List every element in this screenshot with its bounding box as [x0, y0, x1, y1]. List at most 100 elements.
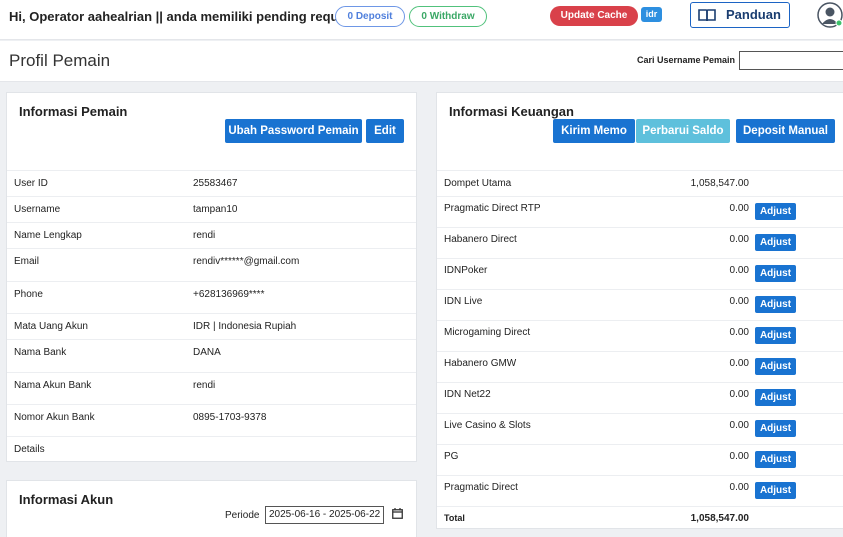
periode-label: Periode: [225, 510, 260, 521]
wallet-label: PG: [444, 451, 459, 462]
wallet-label: Live Casino & Slots: [444, 420, 531, 431]
manual-deposit-button[interactable]: Deposit Manual: [736, 119, 835, 143]
operator-greeting: Hi, Operator aahealrian || anda memiliki…: [9, 9, 362, 24]
wallet-amount: 0.00: [729, 420, 749, 431]
page-title: Profil Pemain: [9, 51, 111, 70]
wallet-amount: 0.00: [729, 327, 749, 338]
adjust-button[interactable]: Adjust: [755, 451, 796, 468]
search-username-label: Cari Username Pemain: [637, 55, 736, 65]
row-label: Name Lengkap: [14, 230, 82, 241]
pending-deposit-button[interactable]: 0 Deposit: [335, 6, 405, 27]
currency-badge: idr: [641, 7, 662, 22]
wallet-row: Habanero Direct 0.00 Adjust: [437, 227, 843, 258]
row-value: +628136969****: [193, 289, 265, 300]
adjust-button[interactable]: Adjust: [755, 327, 796, 344]
row-label: Phone: [14, 289, 43, 300]
account-info-panel: Informasi Akun Periode 2025-06-16 - 2025…: [6, 480, 417, 537]
wallet-label: Pragmatic Direct RTP: [444, 203, 541, 214]
row-value: rendi: [193, 380, 216, 391]
wallet-label: Dompet Utama: [444, 178, 512, 189]
panduan-button[interactable]: Panduan: [690, 2, 790, 28]
periode-date-range-input[interactable]: 2025-06-16 - 2025-06-22: [265, 506, 384, 524]
info-row-bank-account-number: Nomor Akun Bank 0895-1703-9378: [7, 404, 416, 436]
adjust-button[interactable]: Adjust: [755, 203, 796, 220]
player-info-title: Informasi Pemain: [19, 104, 128, 119]
row-value: rendi: [193, 230, 216, 241]
row-label: Nama Akun Bank: [14, 380, 92, 391]
wallet-amount: 0.00: [729, 482, 749, 493]
adjust-button[interactable]: Adjust: [755, 234, 796, 251]
finance-info-title: Informasi Keuangan: [449, 104, 574, 119]
adjust-button[interactable]: Adjust: [755, 296, 796, 313]
row-label: Mata Uang Akun: [14, 321, 88, 332]
wallet-amount: 0.00: [729, 358, 749, 369]
user-avatar-icon[interactable]: [817, 2, 843, 28]
info-row-username: Username tampan10: [7, 196, 416, 222]
calendar-icon[interactable]: [392, 508, 403, 519]
account-info-title: Informasi Akun: [19, 492, 114, 507]
row-label: Username: [14, 204, 61, 215]
wallet-row: Dompet Utama 1,058,547.00: [437, 170, 843, 196]
send-memo-button[interactable]: Kirim Memo: [553, 119, 635, 143]
info-row-bank-name: Nama Bank DANA: [7, 339, 416, 372]
finance-info-panel: Informasi Keuangan Kirim Memo Perbarui S…: [436, 92, 843, 529]
adjust-button[interactable]: Adjust: [755, 389, 796, 406]
row-label: User ID: [14, 178, 48, 189]
wallet-label: Microgaming Direct: [444, 327, 531, 338]
row-label: Nomor Akun Bank: [14, 412, 95, 423]
row-label: Details: [14, 444, 45, 455]
book-icon: [698, 9, 716, 22]
wallet-row: IDN Net22 0.00 Adjust: [437, 382, 843, 413]
top-bar: Hi, Operator aahealrian || anda memiliki…: [0, 0, 843, 40]
wallet-label: IDN Live: [444, 296, 483, 307]
total-amount: 1,058,547.00: [690, 513, 749, 524]
total-row: Total 1,058,547.00: [437, 506, 843, 530]
wallet-row: Pragmatic Direct RTP 0.00 Adjust: [437, 196, 843, 227]
wallet-amount: 0.00: [729, 296, 749, 307]
row-label: Nama Bank: [14, 347, 67, 358]
info-row-bank-account-name: Nama Akun Bank rendi: [7, 372, 416, 404]
wallet-label: IDN Net22: [444, 389, 491, 400]
wallet-label: IDNPoker: [444, 265, 488, 276]
wallet-label: Habanero GMW: [444, 358, 517, 369]
info-row-currency: Mata Uang Akun IDR | Indonesia Rupiah: [7, 313, 416, 339]
panduan-label: Panduan: [726, 7, 781, 22]
wallet-row: IDNPoker 0.00 Adjust: [437, 258, 843, 289]
row-value: tampan10: [193, 204, 238, 215]
row-value: 0895-1703-9378: [193, 412, 267, 423]
wallet-amount: 0.00: [729, 265, 749, 276]
pending-withdraw-button[interactable]: 0 Withdraw: [409, 6, 487, 27]
adjust-button[interactable]: Adjust: [755, 420, 796, 437]
page-header: Profil Pemain Cari Username Pemain: [0, 41, 843, 82]
adjust-button[interactable]: Adjust: [755, 265, 796, 282]
total-label: Total: [444, 513, 465, 523]
wallet-row: Live Casino & Slots 0.00 Adjust: [437, 413, 843, 444]
row-label: Email: [14, 256, 40, 267]
wallet-amount: 0.00: [729, 234, 749, 245]
update-cache-button[interactable]: Update Cache: [550, 6, 638, 26]
wallet-label: Habanero Direct: [444, 234, 517, 245]
info-row-phone: Phone +628136969****: [7, 281, 416, 313]
info-row-user-id: User ID 25583467: [7, 170, 416, 196]
wallet-row: Microgaming Direct 0.00 Adjust: [437, 320, 843, 351]
adjust-button[interactable]: Adjust: [755, 482, 796, 499]
change-password-button[interactable]: Ubah Password Pemain: [225, 119, 362, 143]
info-row-full-name: Name Lengkap rendi: [7, 222, 416, 248]
wallet-label: Pragmatic Direct: [444, 482, 518, 493]
player-info-panel: Informasi Pemain Ubah Password Pemain Ed…: [6, 92, 417, 462]
wallet-amount: 0.00: [729, 203, 749, 214]
row-value: rendiv******@gmail.com: [193, 256, 300, 267]
wallet-amount: 0.00: [729, 389, 749, 400]
search-username-input[interactable]: [739, 51, 843, 70]
edit-button[interactable]: Edit: [366, 119, 404, 143]
row-value: IDR | Indonesia Rupiah: [193, 321, 297, 332]
wallet-amount: 1,058,547.00: [690, 178, 749, 189]
row-value: 25583467: [193, 178, 238, 189]
row-value: DANA: [193, 347, 221, 358]
wallet-row: PG 0.00 Adjust: [437, 444, 843, 475]
refresh-balance-button[interactable]: Perbarui Saldo: [636, 119, 730, 143]
wallet-row: IDN Live 0.00 Adjust: [437, 289, 843, 320]
adjust-button[interactable]: Adjust: [755, 358, 796, 375]
info-row-details: Details: [7, 436, 416, 462]
wallet-amount: 0.00: [729, 451, 749, 462]
